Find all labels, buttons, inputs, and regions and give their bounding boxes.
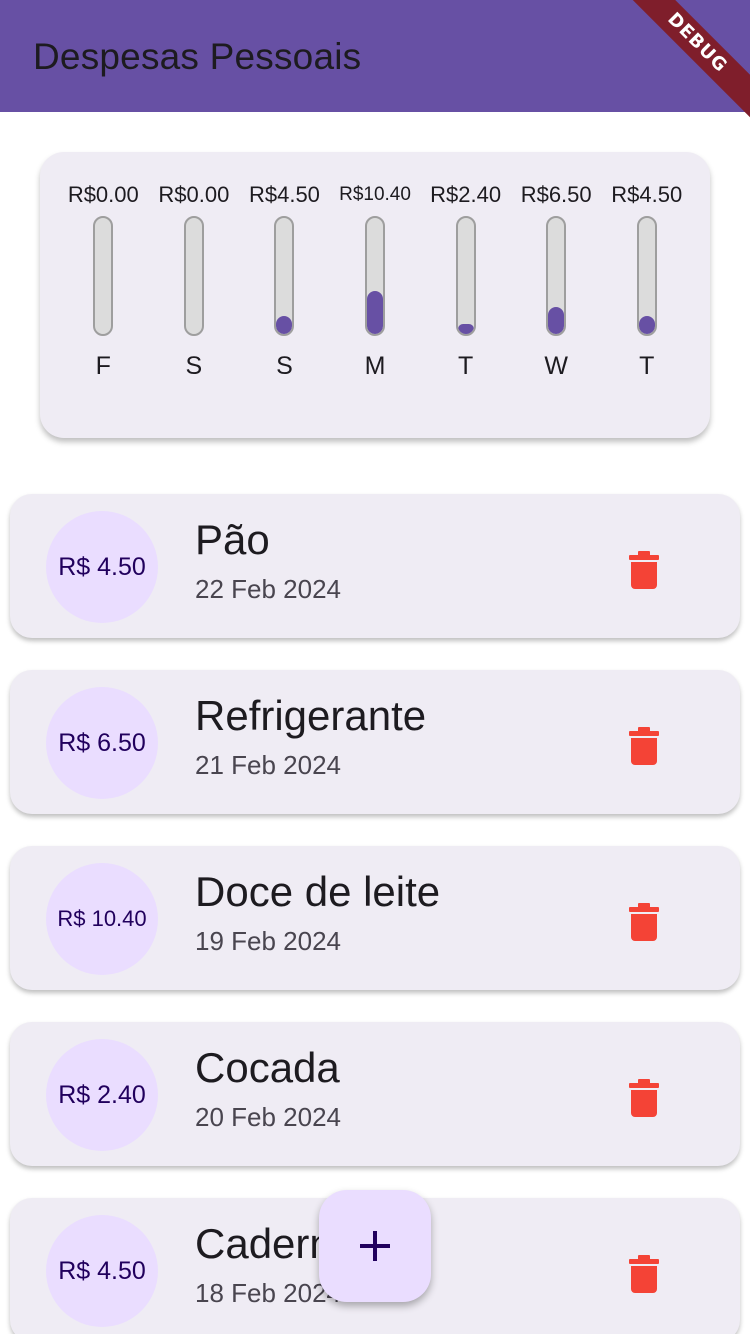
- trash-icon: [629, 903, 659, 941]
- bar-day-label: S: [185, 352, 203, 380]
- amount-avatar: R$ 2.40: [46, 1039, 158, 1151]
- bar-amount-label: R$0.00: [158, 182, 230, 207]
- bar-amount-label: R$4.50: [248, 182, 320, 207]
- app-bar: Despesas Pessoais: [0, 0, 750, 112]
- page-title: Despesas Pessoais: [33, 36, 362, 77]
- bar-fill: [638, 315, 655, 334]
- transaction-date: 21 Feb 2024: [195, 750, 342, 780]
- weekly-chart: R$0.00 F R$0.00 S R$4.50 S R$10.40 M R$2…: [40, 152, 710, 438]
- chart-bar: R$0.00 F: [58, 182, 149, 381]
- transaction-date: 18 Feb 2024: [195, 1278, 342, 1308]
- delete-button[interactable]: [620, 722, 668, 770]
- trash-icon: [629, 1255, 659, 1293]
- transaction-title: Doce de leite: [195, 868, 441, 915]
- bar-day-label: T: [457, 352, 474, 380]
- chart-bars: R$0.00 F R$0.00 S R$4.50 S R$10.40 M R$2…: [58, 182, 692, 381]
- delete-button[interactable]: [620, 1250, 668, 1298]
- chart-bar: R$6.50 W: [511, 182, 602, 381]
- chart-bar: R$4.50 T: [601, 182, 692, 381]
- bar-fill: [367, 291, 384, 334]
- chart-bar: R$0.00 S: [149, 182, 240, 381]
- chart-bar: R$2.40 T: [420, 182, 511, 381]
- bar-fill: [457, 324, 474, 334]
- chart-bar: R$4.50 S: [239, 182, 330, 381]
- transaction-item: R$ 2.40 Cocada 20 Feb 2024: [10, 1022, 740, 1166]
- bar-day-label: F: [95, 352, 111, 380]
- transaction-title: Refrigerante: [195, 692, 427, 739]
- amount-avatar: R$ 4.50: [46, 1215, 158, 1327]
- bar-day-label: M: [364, 352, 386, 380]
- transaction-date: 20 Feb 2024: [195, 1102, 342, 1132]
- bar-amount-label: R$6.50: [520, 182, 592, 207]
- bar-track: [455, 216, 476, 336]
- trash-icon: [629, 727, 659, 765]
- bar-fill: [548, 307, 565, 334]
- bar-amount-label: R$2.40: [430, 182, 502, 207]
- add-transaction-button[interactable]: [319, 1190, 431, 1302]
- plus-icon: [360, 1231, 390, 1261]
- bar-track: [93, 216, 114, 336]
- bar-track: [274, 216, 295, 336]
- trash-icon: [629, 551, 659, 589]
- transaction-date: 22 Feb 2024: [195, 574, 342, 604]
- bar-day-label: S: [276, 352, 293, 380]
- transaction-item: R$ 4.50 Pão 22 Feb 2024: [10, 494, 740, 638]
- bar-day-label: W: [544, 352, 568, 380]
- delete-button[interactable]: [620, 546, 668, 594]
- bar-fill: [276, 315, 293, 334]
- amount-avatar: R$ 6.50: [46, 687, 158, 799]
- transaction-title: Pão: [195, 516, 270, 563]
- amount-avatar: R$ 4.50: [46, 511, 158, 623]
- transaction-item: R$ 10.40 Doce de leite 19 Feb 2024: [10, 846, 740, 990]
- bar-amount-label: R$10.40: [339, 184, 411, 205]
- bar-track: [546, 216, 567, 336]
- bar-track: [636, 216, 657, 336]
- bar-amount-label: R$4.50: [611, 182, 683, 207]
- trash-icon: [629, 1079, 659, 1117]
- transaction-item: R$ 6.50 Refrigerante 21 Feb 2024: [10, 670, 740, 814]
- transaction-date: 19 Feb 2024: [195, 926, 342, 956]
- bar-amount-label: R$0.00: [67, 182, 139, 207]
- amount-avatar: R$ 10.40: [46, 863, 158, 975]
- delete-button[interactable]: [620, 898, 668, 946]
- bar-track: [183, 216, 204, 336]
- bar-track: [365, 216, 386, 336]
- delete-button[interactable]: [620, 1074, 668, 1122]
- transaction-title: Cocada: [195, 1044, 340, 1091]
- chart-bar: R$10.40 M: [330, 182, 421, 381]
- bar-day-label: T: [639, 352, 655, 380]
